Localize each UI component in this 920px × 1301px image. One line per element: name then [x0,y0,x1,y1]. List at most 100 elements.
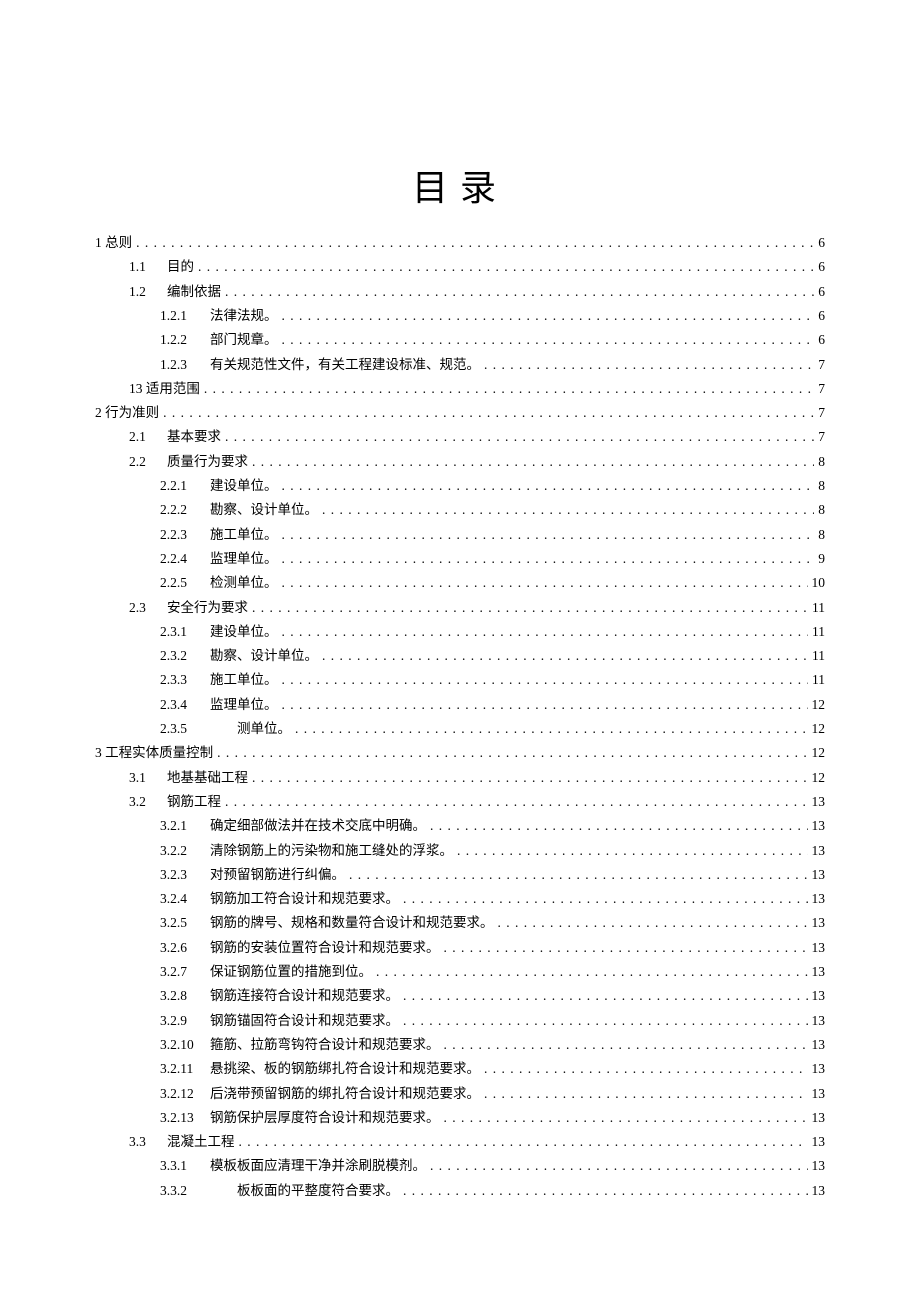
toc-row: 2.1基本要求7 [95,425,825,449]
toc-entry-num: 3.2.11 [160,1057,202,1081]
toc-entry-num: 2.2 [129,450,159,474]
toc-entry-text: 基本要求 [167,425,221,449]
toc-entry-num: 3 [95,745,102,760]
toc-entry-num: 3.2.7 [160,960,202,984]
toc-row: 2 行为准则7 [95,401,825,425]
toc-entry-text: 施工单位。 [210,523,278,547]
toc-row: 2.3.3施工单位。11 [95,668,825,692]
toc-row: 2.3.2 勘察、设计单位。 11 [95,644,825,668]
toc-dots [376,960,808,984]
toc-row: 2.2.3施工单位。8 [95,523,825,547]
toc-dots [295,717,808,741]
toc-entry-page: 13 [812,960,826,984]
toc-entry-page: 13 [812,790,826,814]
toc-dots [322,644,808,668]
toc-entry-label: 13 适用范围 [129,377,200,401]
toc-entry-num: 2.3.3 [160,668,202,692]
toc-entry-page: 6 [818,328,825,352]
toc-dots [403,1179,808,1203]
toc-entry-num: 3.1 [129,766,159,790]
toc-row: 3.3.1模板板面应清理干净并涂刷脱模剂。13 [95,1154,825,1178]
toc-entry-num: 2.2.2 [160,498,202,522]
toc-entry-page: 11 [812,668,825,692]
toc-entry-text: 编制依据 [167,280,221,304]
toc-row: 3.2.7保证钢筋位置的措施到位。13 [95,960,825,984]
toc-entry-num: 3.2 [129,790,159,814]
toc-entry-text: 勘察、设计单位。 [210,644,318,668]
toc-entry-page: 7 [818,377,825,401]
toc-entry-page: 13 [812,1009,826,1033]
toc-entry-num: 2.2.3 [160,523,202,547]
toc-entry-text: 勘察、设计单位。 [210,498,318,522]
toc-entry-page: 11 [812,596,825,620]
toc-entry-num: 3.3 [129,1130,159,1154]
toc-entry-page: 11 [812,644,825,668]
toc-entry-page: 13 [812,1033,826,1057]
toc-dots [403,1009,808,1033]
toc-row: 3.2.2清除钢筋上的污染物和施工缝处的浮浆。13 [95,839,825,863]
toc-entry-page: 6 [818,304,825,328]
toc-row: 3.1地基基础工程12 [95,766,825,790]
toc-entry-num: 2.2.4 [160,547,202,571]
toc-row: 2.3.5 测单位。12 [95,717,825,741]
toc-dots [252,766,808,790]
toc-entry-text: 混凝土工程 [167,1130,235,1154]
toc-entry-text: 悬挑梁、板的钢筋绑扎符合设计和规范要求。 [210,1057,480,1081]
toc-entry-page: 8 [818,450,825,474]
toc-row: 3.2.1确定细部做法并在技术交底中明确。13 [95,814,825,838]
toc-entry-page: 8 [818,498,825,522]
toc-row: 3.2.12后浇带预留钢筋的绑扎符合设计和规范要求。13 [95,1082,825,1106]
toc-row: 3.2.13钢筋保护层厚度符合设计和规范要求。13 [95,1106,825,1130]
toc-entry-text: 目的 [167,255,194,279]
toc-dots [403,887,808,911]
toc-entry-text: 模板板面应清理干净并涂刷脱模剂。 [210,1154,426,1178]
toc-entry-page: 10 [812,571,826,595]
toc-row: 2.2.2 勘察、设计单位。 8 [95,498,825,522]
toc-dots [282,571,808,595]
toc-row: 3.2.3对预留钢筋进行纠偏。13 [95,863,825,887]
toc-entry-text: 有关规范性文件，有关工程建设标准、规范。 [210,353,480,377]
toc-entry-text: 清除钢筋上的污染物和施工缝处的浮浆。 [210,839,453,863]
toc-entry-page: 13 [812,1179,826,1203]
toc-entry-num: 1.2.2 [160,328,202,352]
toc-entry-page: 13 [812,887,826,911]
toc-entry-text: 建设单位。 [210,620,278,644]
toc-entry-num: 2 [95,405,102,420]
toc-entry-num: 1 [95,235,102,250]
toc-entry-num: 3.2.12 [160,1082,202,1106]
toc-entry-num: 1.2 [129,280,159,304]
toc-entry-text: 钢筋的安装位置符合设计和规范要求。 [210,936,440,960]
toc-row: 3.2.5钢筋的牌号、规格和数量符合设计和规范要求。13 [95,911,825,935]
toc-dots [282,523,815,547]
toc-entry-page: 13 [812,1130,826,1154]
toc-entry-text: 法律法规。 [210,304,278,328]
toc-entry-text: 钢筋连接符合设计和规范要求。 [210,984,399,1008]
toc-entry-num: 3.2.9 [160,1009,202,1033]
toc-dots [217,741,807,765]
toc-entry-num: 2.3.5 [160,717,202,741]
toc-dots [282,693,808,717]
toc-row: 2.2.4监理单位。9 [95,547,825,571]
toc-entry-text: 部门规章。 [210,328,278,352]
toc-dots [225,790,808,814]
toc-row: 3 工程实体质量控制12 [95,741,825,765]
toc-row: 3.2.10箍筋、拉筋弯钩符合设计和规范要求。13 [95,1033,825,1057]
toc-row: 1.2.1法律法规。6 [95,304,825,328]
toc-entry-num: 2.3.2 [160,644,202,668]
toc-dots [225,280,814,304]
toc-entry-text: 质量行为要求 [167,450,248,474]
toc-entry-page: 6 [818,280,825,304]
toc-dots [282,547,815,571]
toc-row: 3.2.6钢筋的安装位置符合设计和规范要求。13 [95,936,825,960]
toc-dots [403,984,808,1008]
toc-dots [198,255,814,279]
toc-dots [204,377,814,401]
toc-entry-page: 13 [812,814,826,838]
toc-entry-text: 检测单位。 [210,571,278,595]
toc-dots [444,1106,808,1130]
toc-entry-text: 地基基础工程 [167,766,248,790]
toc-entry-text: 安全行为要求 [167,596,248,620]
toc-entry-num: 3.2.10 [160,1033,202,1057]
toc-entry-num: 2.2.5 [160,571,202,595]
toc-entry-page: 13 [812,863,826,887]
